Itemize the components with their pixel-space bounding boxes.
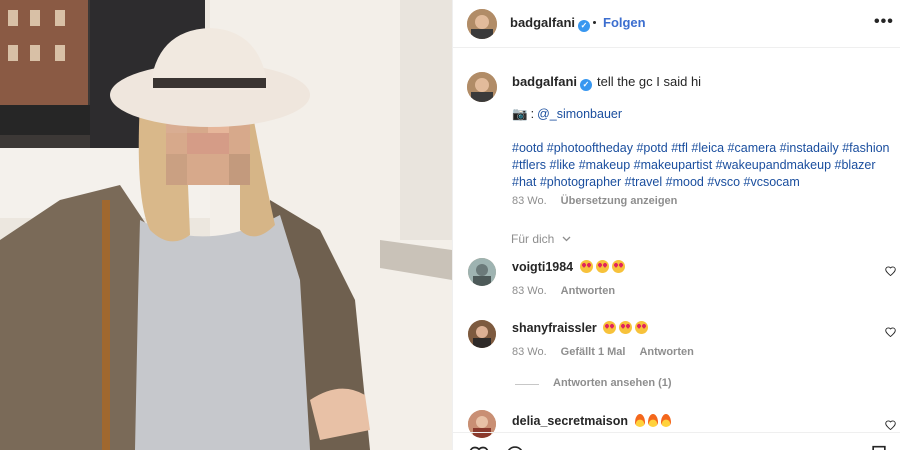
hashtag-link[interactable]: #camera bbox=[728, 141, 777, 155]
camera-emoji-icon: 📷 bbox=[512, 107, 528, 121]
replies-divider bbox=[515, 384, 539, 385]
comment-line: delia_secretmaison bbox=[512, 414, 671, 428]
heart-eyes-emoji-icon bbox=[595, 260, 609, 273]
comment-username[interactable]: delia_secretmaison bbox=[512, 414, 628, 428]
comment-emoji-list bbox=[632, 414, 671, 428]
hashtag-link[interactable]: #blazer bbox=[835, 158, 876, 172]
hashtag-link[interactable]: #like bbox=[550, 158, 576, 172]
hashtag-link[interactable]: #makeupartist bbox=[634, 158, 713, 172]
hashtag-link[interactable]: #ootd bbox=[512, 141, 543, 155]
post-detail-panel: badgalfani ✓ Folgen ••• badgalfani ✓ tell t… bbox=[452, 0, 900, 450]
comment-username[interactable]: voigti1984 bbox=[512, 260, 573, 274]
heart-eyes-emoji-icon bbox=[619, 321, 633, 334]
hashtag-list: #ootd #photooftheday #potd #tfl #leica #… bbox=[512, 140, 898, 191]
comment-line: voigti1984 bbox=[512, 260, 625, 274]
hashtag-link[interactable]: #vcsocam bbox=[744, 175, 800, 189]
hashtag-link[interactable]: #leica bbox=[691, 141, 724, 155]
hashtag-link[interactable]: #potd bbox=[636, 141, 667, 155]
comment-likes-link[interactable]: Gefällt 1 Mal bbox=[561, 346, 626, 358]
caption-author-username[interactable]: badgalfani bbox=[512, 74, 577, 89]
more-options-icon[interactable]: ••• bbox=[874, 13, 894, 31]
author-username-text[interactable]: badgalfani bbox=[510, 15, 575, 30]
caption-author-avatar[interactable] bbox=[467, 72, 497, 102]
heart-eyes-emoji-icon bbox=[579, 260, 593, 273]
hashtag-link[interactable]: #mood bbox=[666, 175, 704, 189]
hashtag-link[interactable]: #photographer bbox=[540, 175, 621, 189]
comment-filter-label[interactable]: Für dich bbox=[511, 232, 554, 246]
heart-outline-icon[interactable] bbox=[885, 327, 896, 337]
hashtag-link[interactable]: #makeup bbox=[579, 158, 630, 172]
follow-button[interactable]: Folgen bbox=[603, 15, 646, 30]
reply-button[interactable]: Antworten bbox=[639, 346, 693, 358]
hashtag-link[interactable]: #instadaily bbox=[780, 141, 839, 155]
comment-emoji-list bbox=[600, 321, 649, 335]
comment-emoji-list bbox=[577, 260, 625, 274]
heart-outline-icon[interactable] bbox=[885, 266, 896, 276]
chevron-down-icon bbox=[562, 231, 571, 245]
comment-meta: 83 Wo. Gefällt 1 Mal Antworten bbox=[512, 346, 694, 358]
heart-eyes-emoji-icon bbox=[603, 321, 617, 334]
caption-line: badgalfani ✓ tell the gc I said hi bbox=[512, 74, 701, 91]
comment-filter-dropdown[interactable]: Für dich bbox=[511, 231, 571, 246]
fire-emoji-icon bbox=[660, 414, 671, 427]
post-image bbox=[0, 0, 452, 450]
comment-age: 83 Wo. bbox=[512, 285, 547, 297]
caption-meta: 83 Wo. Übersetzung anzeigen bbox=[512, 195, 677, 207]
view-replies-button[interactable]: Antworten ansehen (1) bbox=[553, 377, 672, 389]
photo-credit: 📷: @_simonbauer bbox=[512, 107, 623, 121]
fire-emoji-icon bbox=[647, 414, 658, 427]
hashtag-link[interactable]: #hat bbox=[512, 175, 536, 189]
credit-mention-link[interactable]: @_simonbauer bbox=[537, 107, 622, 121]
author-username[interactable]: badgalfani ✓ bbox=[510, 15, 591, 32]
post-action-bar bbox=[453, 432, 900, 450]
separator-dot bbox=[593, 21, 596, 24]
hashtag-link[interactable]: #wakeupandmakeup bbox=[716, 158, 831, 172]
verified-badge-icon: ✓ bbox=[580, 79, 593, 91]
hashtag-link[interactable]: #vsco bbox=[707, 175, 740, 189]
post-header: badgalfani ✓ Folgen ••• bbox=[453, 0, 900, 48]
commenter-avatar[interactable] bbox=[468, 320, 496, 348]
comment-meta: 83 Wo. Antworten bbox=[512, 285, 615, 297]
save-bookmark-icon[interactable] bbox=[869, 445, 889, 450]
heart-outline-icon[interactable] bbox=[885, 420, 896, 430]
heart-eyes-emoji-icon bbox=[611, 260, 625, 273]
comment-username[interactable]: shanyfraissler bbox=[512, 321, 597, 335]
fire-emoji-icon bbox=[634, 414, 645, 427]
hashtag-link[interactable]: #photooftheday bbox=[547, 141, 633, 155]
caption-age: 83 Wo. bbox=[512, 195, 547, 207]
comment-bubble-icon[interactable] bbox=[505, 445, 525, 450]
like-heart-icon[interactable] bbox=[469, 445, 489, 450]
commenter-avatar[interactable] bbox=[468, 258, 496, 286]
comment-age: 83 Wo. bbox=[512, 346, 547, 358]
comment-line: shanyfraissler bbox=[512, 321, 649, 335]
hashtag-link[interactable]: #travel bbox=[625, 175, 663, 189]
post-photo[interactable] bbox=[0, 0, 452, 450]
reply-button[interactable]: Antworten bbox=[561, 285, 615, 297]
verified-badge-icon: ✓ bbox=[578, 20, 591, 32]
hashtag-link[interactable]: #fashion bbox=[842, 141, 889, 155]
translate-link[interactable]: Übersetzung anzeigen bbox=[561, 195, 678, 207]
hashtag-link[interactable]: #tfl bbox=[671, 141, 688, 155]
hashtag-link[interactable]: #tflers bbox=[512, 158, 546, 172]
heart-eyes-emoji-icon bbox=[635, 321, 649, 334]
caption-text: tell the gc I said hi bbox=[597, 74, 702, 89]
author-avatar[interactable] bbox=[467, 9, 497, 39]
